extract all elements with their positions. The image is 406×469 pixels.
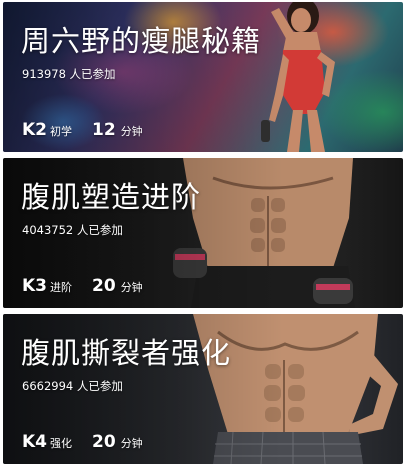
course-meta: K4 强化 20 分钟 xyxy=(22,432,143,452)
duration-unit: 分钟 xyxy=(120,281,143,294)
course-meta: K3 进阶 20 分钟 xyxy=(22,276,143,296)
duration-unit: 分钟 xyxy=(120,125,143,138)
difficulty-level: K4 xyxy=(22,432,48,452)
course-title: 腹肌撕裂者强化 xyxy=(21,336,232,370)
duration-value: 20 xyxy=(92,276,116,296)
course-title: 周六野的瘦腿秘籍 xyxy=(21,24,262,58)
participant-count: 4043752 人已参加 xyxy=(22,223,123,237)
duration-value: 12 xyxy=(92,120,116,140)
course-card[interactable]: 周六野的瘦腿秘籍 913978 人已参加 K2 初学 12 分钟 xyxy=(3,2,403,152)
difficulty-label: 初学 xyxy=(50,125,73,138)
difficulty-label: 进阶 xyxy=(50,281,73,294)
duration-value: 20 xyxy=(92,432,116,452)
participant-count: 6662994 人已参加 xyxy=(22,379,123,393)
difficulty-level: K3 xyxy=(22,276,48,296)
course-title: 腹肌塑造进阶 xyxy=(21,180,202,214)
course-meta: K2 初学 12 分钟 xyxy=(22,120,143,140)
participant-count: 913978 人已参加 xyxy=(22,67,116,81)
course-list: 周六野的瘦腿秘籍 913978 人已参加 K2 初学 12 分钟 腹肌塑造进阶 … xyxy=(0,0,406,469)
difficulty-level: K2 xyxy=(22,120,48,140)
course-card[interactable]: 腹肌撕裂者强化 6662994 人已参加 K4 强化 20 分钟 xyxy=(3,314,403,464)
duration-unit: 分钟 xyxy=(120,437,143,450)
difficulty-label: 强化 xyxy=(50,437,73,450)
course-card[interactable]: 腹肌塑造进阶 4043752 人已参加 K3 进阶 20 分钟 xyxy=(3,158,403,308)
